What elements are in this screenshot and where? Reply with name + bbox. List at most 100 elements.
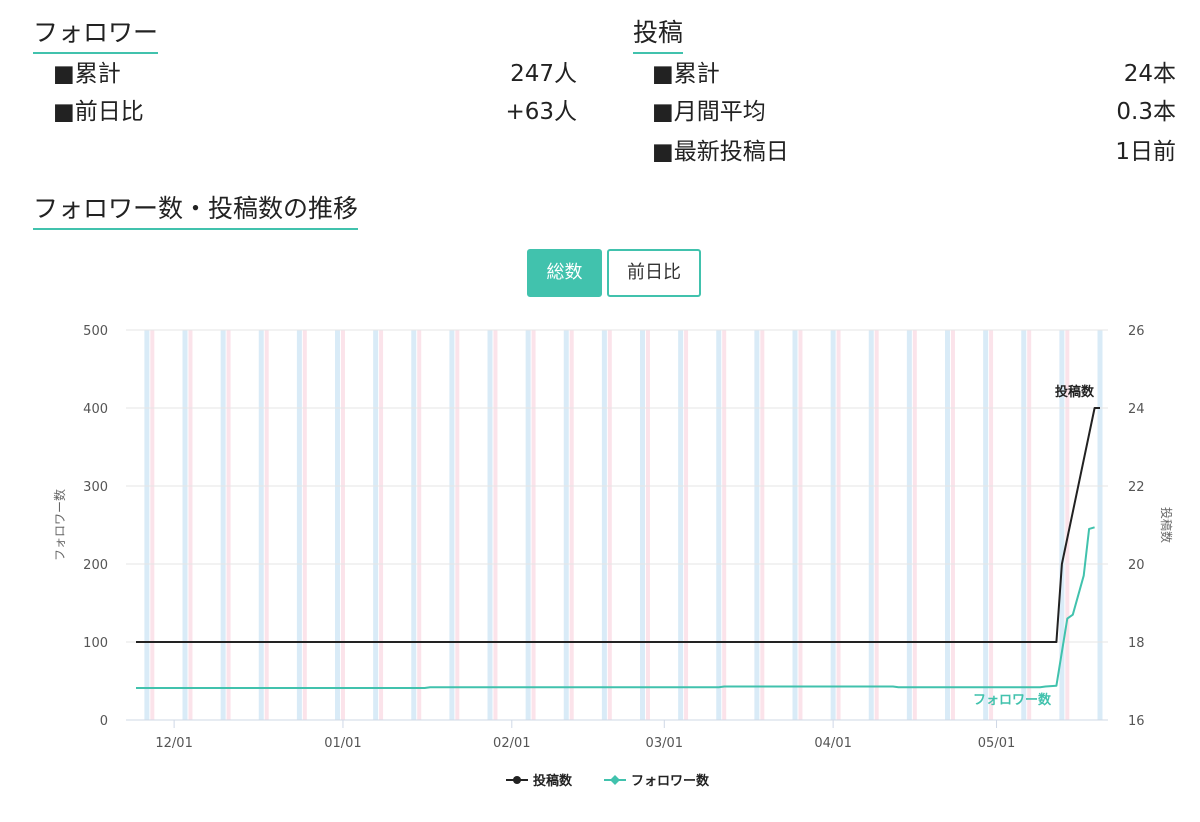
sunday-band [379,330,384,720]
sunday-band [493,330,498,720]
sunday-band [836,330,841,720]
followers-total-row: ■累計 247人 [53,58,577,90]
sunday-band [874,330,879,720]
sunday-band [302,330,307,720]
saturday-band [144,330,150,720]
saturday-band [296,330,302,720]
followers-diff-value: +63人 [505,99,577,125]
legend-marker-diamond [610,775,620,785]
saturday-band [182,330,188,720]
followers-total-value: 247人 [510,61,577,87]
saturday-band [411,330,417,720]
sunday-band [417,330,422,720]
posts-monthly-label: ■月間平均 [652,99,766,125]
y-left-tick-label: 0 [100,714,108,729]
y-right-tick-label: 20 [1128,558,1145,573]
total-toggle-button[interactable]: 総数 [527,249,602,297]
saturday-band [1021,330,1027,720]
sunday-band [607,330,612,720]
sunday-band [760,330,765,720]
posts-total-value: 24本 [1123,61,1176,87]
y-left-tick-label: 300 [83,480,108,495]
posts-heading: 投稿 [633,16,684,54]
legend-marker-circle [513,776,521,784]
saturday-band [983,330,989,720]
x-tick-label: 05/01 [978,736,1015,751]
y-left-tick-label: 100 [83,636,108,651]
saturday-band [678,330,684,720]
saturday-band [525,330,531,720]
sunday-band [569,330,574,720]
x-tick-label: 01/01 [324,736,361,751]
followers-end-label: フォロワー数 [973,692,1052,708]
y-left-axis-label: フォロワー数 [52,489,67,561]
y-right-tick-label: 22 [1128,480,1145,495]
saturday-band [258,330,264,720]
x-tick-label: 12/01 [155,736,192,751]
daily-diff-toggle-button[interactable]: 前日比 [607,249,701,297]
saturday-band [449,330,455,720]
sunday-band [722,330,727,720]
saturday-band [601,330,607,720]
series-line-posts [136,407,1100,643]
sunday-band [150,330,155,720]
legend-label: フォロワー数 [631,773,710,789]
sunday-band [188,330,193,720]
sunday-band [531,330,536,720]
sunday-band [950,330,955,720]
saturday-band [792,330,798,720]
sunday-band [226,330,231,720]
x-tick-label: 02/01 [493,736,530,751]
y-right-tick-label: 18 [1128,636,1145,651]
sunday-band [798,330,803,720]
trend-heading: フォロワー数・投稿数の推移 [33,192,359,230]
posts-total-row: ■累計 24本 [652,58,1176,90]
followers-total-label: ■累計 [53,61,121,87]
y-right-tick-label: 26 [1128,324,1145,339]
sunday-band [989,330,994,720]
saturday-band [335,330,341,720]
posts-monthly-value: 0.3本 [1116,99,1176,125]
legend-label: 投稿数 [533,773,573,789]
y-right-axis-label: 投稿数 [1159,507,1174,543]
saturday-band [830,330,836,720]
sunday-band [645,330,650,720]
posts-total-label: ■累計 [652,61,720,87]
followers-posts-chart: 0 100 200 300 400 500 フォロワー数 16 18 20 22 24 26 投稿数 1… [52,324,1174,789]
saturday-band [945,330,951,720]
sunday-band [455,330,460,720]
posts-latest-value: 1日前 [1115,139,1176,165]
saturday-band [1097,330,1103,720]
saturday-band [906,330,912,720]
y-right-tick-label: 16 [1128,714,1145,729]
followers-diff-label: ■前日比 [53,99,144,125]
followers-diff-row: ■前日比 +63人 [53,96,577,128]
y-right-tick-label: 24 [1128,402,1145,417]
saturday-band [754,330,760,720]
sunday-band [340,330,345,720]
sunday-band [1027,330,1032,720]
saturday-band [373,330,379,720]
followers-heading: フォロワー [33,16,159,54]
saturday-band [868,330,874,720]
sunday-band [684,330,689,720]
posts-latest-row: ■最新投稿日 1日前 [652,136,1176,168]
x-tick-label: 04/01 [814,736,851,751]
y-left-tick-label: 200 [83,558,108,573]
saturday-band [716,330,722,720]
saturday-band [640,330,646,720]
saturday-band [220,330,226,720]
legend-item[interactable]: 投稿数 [506,773,573,789]
legend-item[interactable]: フォロワー数 [604,773,710,789]
y-left-tick-label: 400 [83,402,108,417]
posts-monthly-row: ■月間平均 0.3本 [652,96,1176,128]
x-tick-label: 03/01 [646,736,683,751]
saturday-band [487,330,493,720]
sunday-band [264,330,269,720]
series-line-followers [136,526,1095,689]
posts-latest-label: ■最新投稿日 [652,139,789,165]
saturday-band [563,330,569,720]
sunday-band [912,330,917,720]
y-left-tick-label: 500 [83,324,108,339]
posts-end-label: 投稿数 [1055,384,1095,400]
